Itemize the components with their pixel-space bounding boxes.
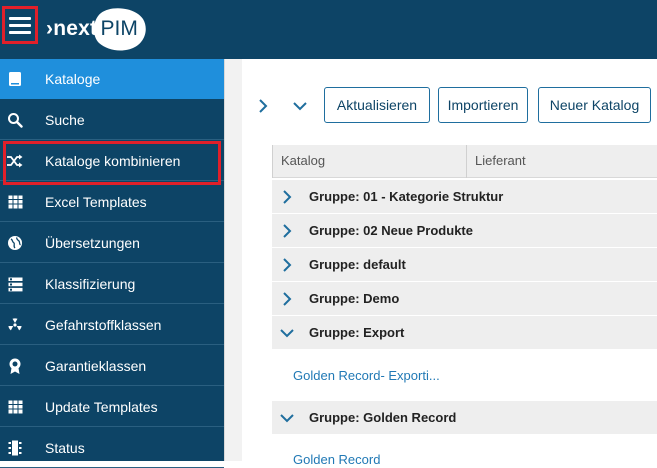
sidebar-item-label: Kataloge [45, 70, 101, 87]
sidebar-item-excel-templates[interactable]: Excel Templates [0, 182, 224, 222]
sidebar-item-label: Garantieklassen [45, 357, 147, 374]
new-catalog-button[interactable]: Neuer Katalog [538, 87, 651, 123]
chevron-right-icon[interactable] [279, 223, 295, 239]
table-header: Katalog Lieferant [272, 145, 657, 178]
group-row[interactable]: Gruppe: Export [272, 316, 657, 350]
catalog-link[interactable]: Golden Record [293, 452, 380, 467]
chevron-down-icon[interactable] [279, 410, 295, 426]
status-list-icon [6, 440, 24, 456]
sidebar-item-kataloge-kombinieren[interactable]: Kataloge kombinieren [0, 141, 224, 181]
column-divider [272, 145, 273, 178]
award-badge-icon [6, 358, 24, 374]
logo-text-next: ›next [46, 17, 98, 40]
catalog-link[interactable]: Golden Record- Exporti... [293, 368, 440, 383]
book-icon [6, 71, 24, 87]
sidebar-item-gefahrstoffklassen[interactable]: Gefahrstoffklassen [0, 305, 224, 345]
sidebar-item-garantieklassen[interactable]: Garantieklassen [0, 346, 224, 386]
group-row[interactable]: Gruppe: 01 - Kategorie Struktur [272, 180, 657, 214]
sidebar-item-label: Update Templates [45, 398, 158, 415]
sidebar-item-label: Suche [45, 111, 85, 128]
group-label: Gruppe: 02 Neue Produkte [309, 223, 473, 238]
sidebar-item-status[interactable]: Status [0, 428, 224, 468]
table-grid-icon [6, 399, 24, 415]
group-row[interactable]: Gruppe: Demo [272, 282, 657, 316]
group-row[interactable]: Gruppe: default [272, 248, 657, 282]
sidebar-item-label: Gefahrstoffklassen [45, 316, 162, 333]
chevron-down-icon[interactable] [290, 96, 310, 116]
sidebar-item-update-templates[interactable]: Update Templates [0, 387, 224, 427]
sidebar-item-kataloge[interactable]: Kataloge [0, 59, 224, 99]
sidebar-item-suche[interactable]: Suche [0, 100, 224, 140]
chevron-right-icon[interactable] [253, 96, 273, 116]
list-tree-icon [6, 276, 24, 292]
import-button[interactable]: Importieren [438, 87, 528, 123]
chevron-right-icon[interactable] [279, 189, 295, 205]
logo-text-pim: PIM [100, 17, 138, 40]
column-header-lieferant[interactable]: Lieferant [475, 153, 526, 168]
chevron-down-icon[interactable] [279, 325, 295, 341]
sidebar-item-klassifizierung[interactable]: Klassifizierung [0, 264, 224, 304]
group-label: Gruppe: Demo [309, 291, 400, 306]
sidebar-nav: Kataloge Suche Kataloge kombinieren Exce… [0, 59, 224, 468]
radiation-icon [6, 317, 24, 333]
chevron-right-icon[interactable] [279, 257, 295, 273]
nextpim-logo[interactable]: ›next PIM [46, 5, 147, 53]
logo-pim-badge: PIM [91, 7, 147, 51]
hamburger-line [9, 30, 31, 34]
sidebar-item-label: Status [45, 439, 85, 456]
column-divider[interactable] [466, 145, 467, 178]
group-label: Gruppe: default [309, 257, 406, 272]
group-label: Gruppe: Export [309, 325, 405, 340]
sidebar-item-label: Excel Templates [45, 193, 147, 210]
sidebar-item-uebersetzungen[interactable]: Übersetzungen [0, 223, 224, 263]
top-header: ›next PIM [0, 0, 657, 59]
globe-icon [6, 235, 24, 251]
chevron-right-icon[interactable] [279, 291, 295, 307]
hamburger-line [9, 23, 31, 27]
sidebar-item-label: Klassifizierung [45, 275, 136, 292]
search-icon [6, 112, 24, 128]
group-row[interactable]: Gruppe: Golden Record [272, 401, 657, 435]
table-grid-icon [6, 194, 24, 210]
shuffle-icon [6, 153, 24, 169]
group-label: Gruppe: Golden Record [309, 410, 457, 425]
main-content: Aktualisieren Importieren Neuer Katalog … [224, 59, 657, 467]
group-label: Gruppe: 01 - Kategorie Struktur [309, 189, 504, 204]
catalog-panel: Aktualisieren Importieren Neuer Katalog … [242, 59, 657, 467]
hamburger-line [9, 16, 31, 20]
sidebar-item-label: Übersetzungen [45, 234, 140, 251]
sidebar-item-label: Kataloge kombinieren [45, 152, 181, 169]
refresh-button[interactable]: Aktualisieren [324, 87, 430, 123]
group-row[interactable]: Gruppe: 02 Neue Produkte [272, 214, 657, 248]
hamburger-menu-icon[interactable] [2, 6, 38, 44]
column-header-katalog[interactable]: Katalog [281, 153, 325, 168]
